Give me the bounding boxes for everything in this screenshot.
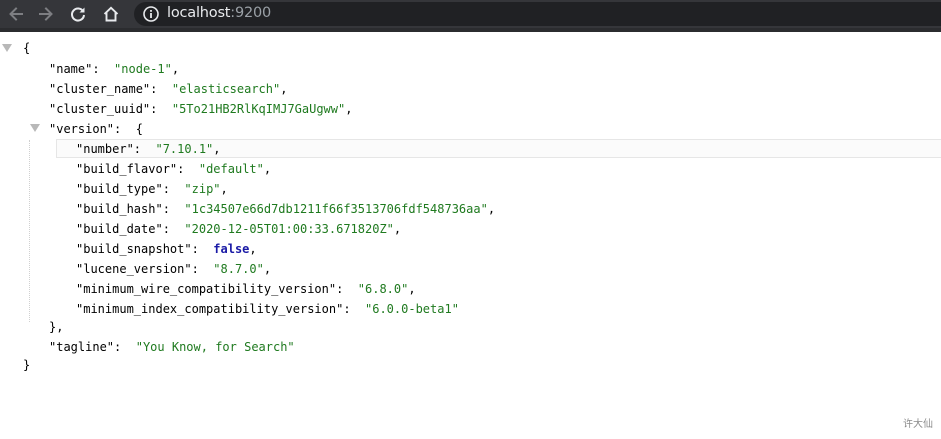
json-line-build-flavor: "build_flavor": "default", xyxy=(76,162,272,176)
json-line-build-date: "build_date": "2020-12-05T01:00:33.67182… xyxy=(76,222,402,236)
json-line-build-snapshot: "build_snapshot": false, xyxy=(76,242,257,256)
json-line-number: "number": "7.10.1", xyxy=(76,142,221,156)
json-line-min-wire: "minimum_wire_compatibility_version": "6… xyxy=(76,282,416,296)
json-line-version: "version": { xyxy=(49,122,143,136)
json-line-cluster-name: "cluster_name": "elasticsearch", xyxy=(49,82,288,96)
json-line-build-type: "build_type": "zip", xyxy=(76,182,228,196)
json-line-lucene-version: "lucene_version": "8.7.0", xyxy=(76,262,272,276)
json-line-cluster-uuid: "cluster_uuid": "5To21HB2RlKqIMJ7GaUgww"… xyxy=(49,102,353,116)
collapse-root-triangle-icon[interactable] xyxy=(2,44,12,52)
indent-guide xyxy=(29,140,30,322)
collapse-version-triangle-icon[interactable] xyxy=(30,124,40,132)
json-viewer: { "name": "node-1", "cluster_name": "ela… xyxy=(0,0,941,439)
json-line-min-index: "minimum_index_compatibility_version": "… xyxy=(76,302,459,316)
json-line-tagline: "tagline": "You Know, for Search" xyxy=(49,340,295,354)
json-close-brace: } xyxy=(23,358,31,372)
json-line-name: "name": "node-1", xyxy=(49,62,180,76)
json-open-brace: { xyxy=(23,41,31,55)
json-line-build-hash: "build_hash": "1c34507e66d7db1211f66f351… xyxy=(76,202,496,216)
json-version-close: }, xyxy=(49,320,64,334)
watermark-text: 许大仙 xyxy=(903,419,933,430)
